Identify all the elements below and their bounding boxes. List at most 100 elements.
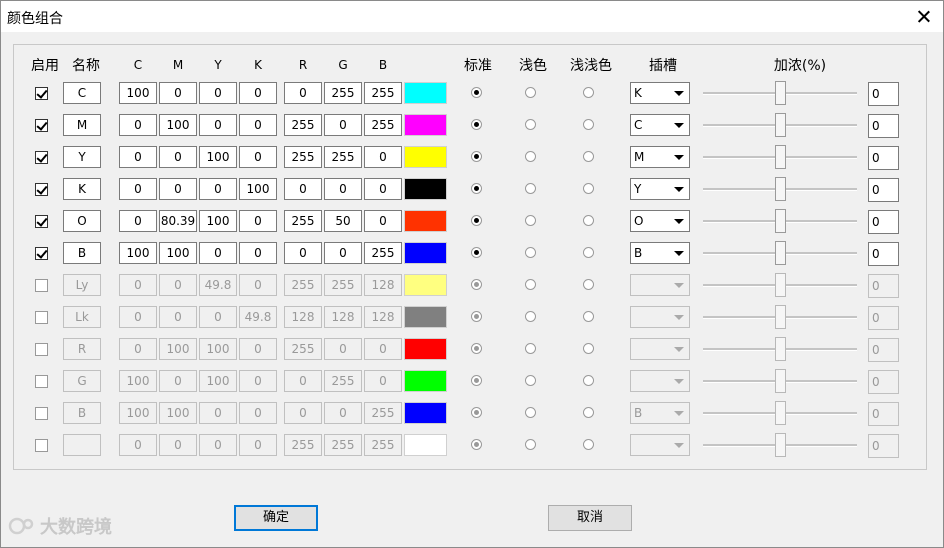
- k-field[interactable]: 0: [239, 338, 277, 360]
- ok-button[interactable]: 确定: [234, 505, 318, 531]
- b-field[interactable]: 0: [364, 210, 402, 232]
- r-field[interactable]: 255: [284, 210, 322, 232]
- c-field[interactable]: 100: [119, 82, 157, 104]
- standard-radio[interactable]: [471, 119, 482, 130]
- slot-select[interactable]: Y: [630, 178, 690, 200]
- boost-slider-thumb[interactable]: [775, 209, 786, 233]
- boost-input[interactable]: 0: [868, 242, 899, 266]
- g-field[interactable]: 0: [324, 114, 362, 136]
- standard-radio[interactable]: [471, 183, 482, 194]
- enable-checkbox[interactable]: [35, 407, 48, 420]
- g-field[interactable]: 255: [324, 274, 362, 296]
- slot-select[interactable]: C: [630, 114, 690, 136]
- lighter-radio[interactable]: [583, 407, 594, 418]
- chevron-down-icon[interactable]: [671, 277, 687, 293]
- enable-checkbox[interactable]: [35, 183, 48, 196]
- chevron-down-icon[interactable]: [671, 341, 687, 357]
- boost-slider-thumb[interactable]: [775, 401, 786, 425]
- lighter-radio[interactable]: [583, 375, 594, 386]
- standard-radio[interactable]: [471, 87, 482, 98]
- y-field[interactable]: 100: [199, 370, 237, 392]
- b-field[interactable]: 255: [364, 82, 402, 104]
- m-field[interactable]: 100: [159, 114, 197, 136]
- c-field[interactable]: 100: [119, 370, 157, 392]
- boost-input[interactable]: 0: [868, 402, 899, 426]
- y-field[interactable]: 0: [199, 178, 237, 200]
- g-field[interactable]: 255: [324, 434, 362, 456]
- boost-slider-thumb[interactable]: [775, 145, 786, 169]
- enable-checkbox[interactable]: [35, 375, 48, 388]
- slot-select[interactable]: [630, 370, 690, 392]
- standard-radio[interactable]: [471, 151, 482, 162]
- b-field[interactable]: 0: [364, 370, 402, 392]
- k-field[interactable]: 0: [239, 242, 277, 264]
- k-field[interactable]: 0: [239, 370, 277, 392]
- boost-input[interactable]: 0: [868, 306, 899, 330]
- b-field[interactable]: 0: [364, 338, 402, 360]
- m-field[interactable]: 0: [159, 82, 197, 104]
- light-radio[interactable]: [525, 343, 536, 354]
- g-field[interactable]: 128: [324, 306, 362, 328]
- r-field[interactable]: 0: [284, 370, 322, 392]
- slot-select[interactable]: O: [630, 210, 690, 232]
- slot-select[interactable]: M: [630, 146, 690, 168]
- k-field[interactable]: 49.8: [239, 306, 277, 328]
- slot-select[interactable]: B: [630, 402, 690, 424]
- chevron-down-icon[interactable]: [671, 309, 687, 325]
- c-field[interactable]: 0: [119, 210, 157, 232]
- k-field[interactable]: 0: [239, 146, 277, 168]
- lighter-radio[interactable]: [583, 119, 594, 130]
- light-radio[interactable]: [525, 439, 536, 450]
- k-field[interactable]: 0: [239, 210, 277, 232]
- r-field[interactable]: 0: [284, 242, 322, 264]
- standard-radio[interactable]: [471, 247, 482, 258]
- b-field[interactable]: 0: [364, 178, 402, 200]
- chevron-down-icon[interactable]: [671, 117, 687, 133]
- g-field[interactable]: 255: [324, 146, 362, 168]
- y-field[interactable]: 0: [199, 306, 237, 328]
- light-radio[interactable]: [525, 183, 536, 194]
- name-field[interactable]: M: [63, 114, 101, 136]
- cancel-button[interactable]: 取消: [548, 505, 632, 531]
- k-field[interactable]: 0: [239, 434, 277, 456]
- r-field[interactable]: 255: [284, 146, 322, 168]
- b-field[interactable]: 0: [364, 146, 402, 168]
- y-field[interactable]: 0: [199, 434, 237, 456]
- b-field[interactable]: 255: [364, 242, 402, 264]
- standard-radio[interactable]: [471, 215, 482, 226]
- r-field[interactable]: 255: [284, 434, 322, 456]
- lighter-radio[interactable]: [583, 343, 594, 354]
- b-field[interactable]: 128: [364, 274, 402, 296]
- slot-select[interactable]: K: [630, 82, 690, 104]
- r-field[interactable]: 128: [284, 306, 322, 328]
- chevron-down-icon[interactable]: [671, 85, 687, 101]
- standard-radio[interactable]: [471, 343, 482, 354]
- name-field[interactable]: B: [63, 402, 101, 424]
- r-field[interactable]: 255: [284, 338, 322, 360]
- m-field[interactable]: 0: [159, 178, 197, 200]
- y-field[interactable]: 100: [199, 146, 237, 168]
- k-field[interactable]: 0: [239, 402, 277, 424]
- r-field[interactable]: 0: [284, 82, 322, 104]
- boost-slider-thumb[interactable]: [775, 113, 786, 137]
- m-field[interactable]: 100: [159, 242, 197, 264]
- m-field[interactable]: 0: [159, 434, 197, 456]
- chevron-down-icon[interactable]: [671, 245, 687, 261]
- chevron-down-icon[interactable]: [671, 373, 687, 389]
- boost-input[interactable]: 0: [868, 274, 899, 298]
- y-field[interactable]: 0: [199, 82, 237, 104]
- enable-checkbox[interactable]: [35, 119, 48, 132]
- b-field[interactable]: 255: [364, 114, 402, 136]
- standard-radio[interactable]: [471, 311, 482, 322]
- boost-slider-thumb[interactable]: [775, 241, 786, 265]
- enable-checkbox[interactable]: [35, 279, 48, 292]
- c-field[interactable]: 100: [119, 402, 157, 424]
- k-field[interactable]: 0: [239, 274, 277, 296]
- enable-checkbox[interactable]: [35, 151, 48, 164]
- r-field[interactable]: 0: [284, 402, 322, 424]
- boost-input[interactable]: 0: [868, 82, 899, 106]
- y-field[interactable]: 0: [199, 114, 237, 136]
- name-field[interactable]: Ly: [63, 274, 101, 296]
- boost-slider-thumb[interactable]: [775, 433, 786, 457]
- standard-radio[interactable]: [471, 407, 482, 418]
